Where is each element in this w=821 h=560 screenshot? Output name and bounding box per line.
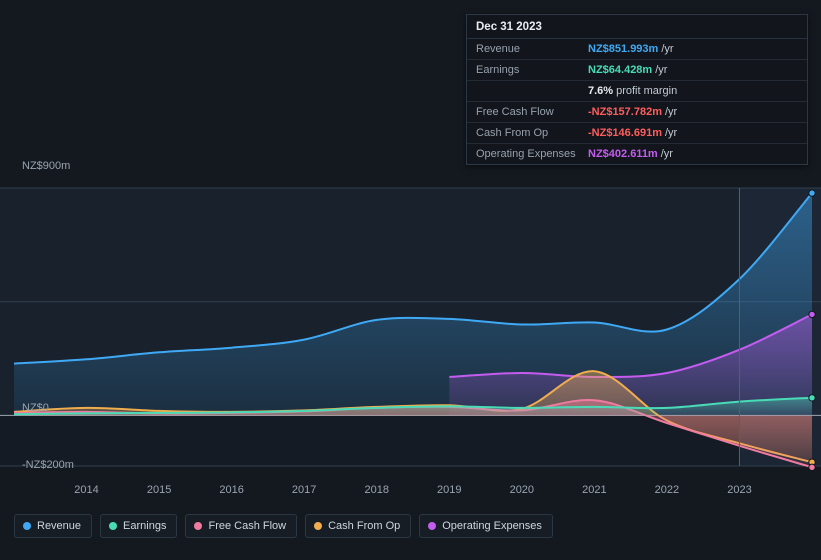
chart-plot-area <box>0 178 821 476</box>
tooltip-row-earnings: Earnings NZ$64.428m /yr <box>467 60 807 81</box>
tooltip-label-free-cash-flow: Free Cash Flow <box>476 106 554 118</box>
chart-tooltip: Dec 31 2023 Revenue NZ$851.993m /yr Earn… <box>466 14 808 165</box>
tooltip-unit-cash-from-op: /yr <box>665 127 678 139</box>
legend-swatch-cash-from-op <box>314 522 323 530</box>
tooltip-unit-profit-margin: profit margin <box>616 85 678 97</box>
legend-item-free-cash-flow[interactable]: Free Cash Flow <box>185 514 298 538</box>
tooltip-value-cash-from-op: -NZ$146.691m <box>588 127 662 139</box>
x-axis-tick: 2020 <box>509 484 535 496</box>
tooltip-value-earnings: NZ$64.428m <box>588 64 653 76</box>
legend-swatch-operating-expenses <box>428 522 437 530</box>
tooltip-row-revenue: Revenue NZ$851.993m /yr <box>467 39 807 60</box>
tooltip-row-cash-from-op: Cash From Op -NZ$146.691m /yr <box>467 123 807 144</box>
tooltip-label-earnings: Earnings <box>476 64 520 76</box>
chart-legend: Revenue Earnings Free Cash Flow Cash Fro… <box>14 514 553 538</box>
legend-item-cash-from-op[interactable]: Cash From Op <box>305 514 412 538</box>
tooltip-unit-operating-expenses: /yr <box>660 148 673 160</box>
tooltip-date: Dec 31 2023 <box>467 15 807 39</box>
tooltip-value-revenue: NZ$851.993m <box>588 43 659 55</box>
y-axis-label-zero: NZ$0 <box>22 402 49 414</box>
tooltip-row-free-cash-flow: Free Cash Flow -NZ$157.782m /yr <box>467 102 807 123</box>
legend-label-earnings: Earnings <box>123 520 167 532</box>
tooltip-row-operating-expenses: Operating Expenses NZ$402.611m /yr <box>467 144 807 164</box>
x-axis-tick: 2016 <box>219 484 244 496</box>
legend-label-revenue: Revenue <box>37 520 82 532</box>
tooltip-value-operating-expenses: NZ$402.611m <box>588 148 658 160</box>
tooltip-unit-revenue: /yr <box>661 43 674 55</box>
legend-label-cash-from-op: Cash From Op <box>328 520 401 532</box>
tooltip-unit-earnings: /yr <box>655 64 668 76</box>
legend-label-free-cash-flow: Free Cash Flow <box>208 520 287 532</box>
tooltip-value-free-cash-flow: -NZ$157.782m <box>588 106 662 118</box>
x-axis-tick: 2017 <box>291 484 317 496</box>
y-axis-label-top: NZ$900m <box>22 160 71 172</box>
tooltip-label-revenue: Revenue <box>476 43 521 55</box>
tooltip-unit-free-cash-flow: /yr <box>665 106 678 118</box>
tooltip-value-profit-margin: 7.6% <box>588 85 614 97</box>
x-axis-tick: 2018 <box>364 484 389 496</box>
x-axis-tick: 2014 <box>74 484 99 496</box>
legend-swatch-free-cash-flow <box>194 522 203 530</box>
tooltip-row-profit-margin: 7.6% profit margin <box>467 81 807 102</box>
legend-swatch-revenue <box>23 522 31 530</box>
tooltip-label-operating-expenses: Operating Expenses <box>476 148 576 160</box>
x-axis-tick: 2022 <box>654 484 680 496</box>
legend-label-operating-expenses: Operating Expenses <box>442 520 542 532</box>
x-axis-tick: 2023 <box>727 484 752 496</box>
x-axis-tick: 2021 <box>582 484 607 496</box>
legend-swatch-earnings <box>109 522 118 530</box>
x-axis: 2014 2015 2016 2017 2018 2019 2020 2021 2022 2023 <box>0 480 821 506</box>
legend-item-operating-expenses[interactable]: Operating Expenses <box>419 514 553 538</box>
tooltip-label-cash-from-op: Cash From Op <box>476 127 549 139</box>
x-axis-tick: 2015 <box>146 484 172 496</box>
legend-item-earnings[interactable]: Earnings <box>100 514 178 538</box>
x-axis-tick: 2019 <box>437 484 462 496</box>
legend-item-revenue[interactable]: Revenue <box>14 514 93 538</box>
y-axis-label-bottom: -NZ$200m <box>22 459 74 471</box>
